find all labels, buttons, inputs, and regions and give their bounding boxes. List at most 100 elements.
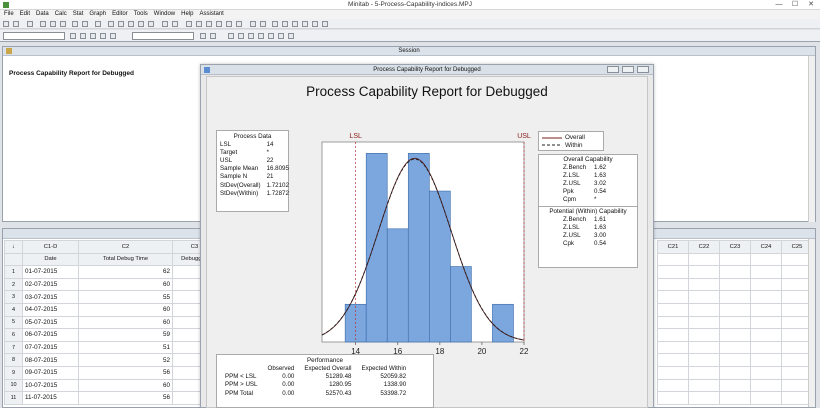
menu-file[interactable]: File	[4, 10, 14, 19]
info-icon[interactable]	[216, 21, 222, 27]
table-cell[interactable]: 06-07-2015	[22, 328, 79, 342]
item-dropdown[interactable]	[3, 32, 65, 40]
project-manager-icon[interactable]	[236, 21, 242, 27]
edit-icon[interactable]	[90, 33, 96, 39]
empty-cell[interactable]	[750, 302, 782, 317]
table-cell[interactable]: 60	[78, 277, 173, 292]
row-number[interactable]: 6	[4, 328, 23, 342]
column-name[interactable]	[4, 252, 23, 267]
empty-cell[interactable]	[719, 340, 751, 355]
column-name[interactable]: Total Debug Time	[78, 252, 173, 267]
menu-data[interactable]: Data	[36, 10, 49, 19]
empty-cell[interactable]	[657, 315, 689, 330]
select-item-icon[interactable]	[70, 33, 76, 39]
table-cell[interactable]: 55	[78, 290, 173, 304]
crosshair-icon[interactable]	[302, 21, 308, 27]
undo-icon[interactable]	[72, 21, 78, 27]
row-number[interactable]: 11	[4, 391, 23, 405]
table-cell[interactable]: 59	[78, 328, 173, 342]
copy-icon[interactable]	[50, 21, 56, 27]
column-id[interactable]: C24	[750, 240, 782, 254]
empty-cell[interactable]	[688, 340, 720, 355]
open-icon[interactable]	[3, 21, 9, 27]
empty-cell[interactable]	[719, 378, 751, 393]
cancel-icon[interactable]	[162, 21, 168, 27]
empty-cell[interactable]	[750, 328, 782, 342]
empty-cell[interactable]	[688, 290, 720, 304]
table-cell[interactable]: 10-07-2015	[22, 378, 79, 393]
row-number[interactable]: 2	[4, 277, 23, 292]
paste-icon[interactable]	[60, 21, 66, 27]
layout-icon[interactable]	[322, 21, 328, 27]
empty-cell[interactable]	[719, 277, 751, 292]
empty-cell[interactable]	[657, 328, 689, 342]
table-cell[interactable]: 08-07-2015	[22, 353, 79, 367]
stop-icon[interactable]	[148, 21, 154, 27]
empty-cell[interactable]	[657, 265, 689, 279]
empty-cell[interactable]	[719, 328, 751, 342]
close-button[interactable]: ✕	[804, 0, 818, 10]
table-cell[interactable]: 01-07-2015	[22, 265, 79, 279]
menu-window[interactable]: Window	[154, 10, 175, 19]
delete-icon[interactable]	[200, 33, 206, 39]
help-icon[interactable]	[172, 21, 178, 27]
table-cell[interactable]: 09-07-2015	[22, 365, 79, 380]
maximize-button[interactable]: ☐	[788, 0, 802, 10]
brush-icon[interactable]	[292, 21, 298, 27]
empty-cell[interactable]	[719, 265, 751, 279]
empty-cell[interactable]	[688, 277, 720, 292]
filter-icon[interactable]	[110, 33, 116, 39]
empty-cell[interactable]	[688, 365, 720, 380]
empty-cell[interactable]	[750, 265, 782, 279]
menu-help[interactable]: Help	[181, 10, 193, 19]
empty-cell[interactable]	[750, 378, 782, 393]
ellipse-tool-icon[interactable]	[258, 33, 264, 39]
minimize-button[interactable]: —	[772, 0, 786, 10]
column-id[interactable]: ↓	[4, 240, 23, 254]
menu-tools[interactable]: Tools	[134, 10, 148, 19]
row-number[interactable]: 10	[4, 378, 23, 393]
line-icon[interactable]	[210, 33, 216, 39]
table-cell[interactable]: 07-07-2015	[22, 340, 79, 355]
menu-editor[interactable]: Editor	[112, 10, 128, 19]
table-cell[interactable]: 52	[78, 353, 173, 367]
row-number[interactable]: 4	[4, 302, 23, 317]
empty-cell[interactable]	[688, 378, 720, 393]
print-icon[interactable]	[27, 21, 33, 27]
empty-cell[interactable]	[719, 252, 751, 267]
menu-stat[interactable]: Stat	[73, 10, 84, 19]
brush-mode-icon[interactable]	[80, 33, 86, 39]
empty-cell[interactable]	[657, 277, 689, 292]
column-id[interactable]: C21	[657, 240, 689, 254]
tile-icon[interactable]	[250, 21, 256, 27]
table-cell[interactable]: 60	[78, 315, 173, 330]
menu-edit[interactable]: Edit	[20, 10, 30, 19]
zoom-icon[interactable]	[312, 21, 318, 27]
report-pad-icon[interactable]	[272, 21, 278, 27]
empty-cell[interactable]	[657, 365, 689, 380]
session-window-icon[interactable]	[186, 21, 192, 27]
empty-cell[interactable]	[719, 290, 751, 304]
empty-cell[interactable]	[750, 353, 782, 367]
table-cell[interactable]: 11-07-2015	[22, 391, 79, 405]
column-name[interactable]: Date	[22, 252, 79, 267]
column-id[interactable]: C23	[719, 240, 751, 254]
table-cell[interactable]: 04-07-2015	[22, 302, 79, 317]
row-number[interactable]: 9	[4, 365, 23, 380]
empty-cell[interactable]	[657, 302, 689, 317]
worksheet-scrollbar[interactable]	[808, 239, 815, 407]
empty-cell[interactable]	[719, 365, 751, 380]
region-tool-icon[interactable]	[288, 33, 294, 39]
empty-cell[interactable]	[657, 252, 689, 267]
graph-folder-icon[interactable]	[206, 21, 212, 27]
column-id[interactable]: C22	[688, 240, 720, 254]
empty-cell[interactable]	[750, 365, 782, 380]
row-number[interactable]: 5	[4, 315, 23, 330]
insert-columns-icon[interactable]	[128, 21, 134, 27]
menu-calc[interactable]: Calc	[55, 10, 67, 19]
empty-cell[interactable]	[657, 290, 689, 304]
empty-cell[interactable]	[688, 315, 720, 330]
empty-cell[interactable]	[688, 391, 720, 405]
row-number[interactable]: 8	[4, 353, 23, 367]
table-cell[interactable]: 51	[78, 340, 173, 355]
